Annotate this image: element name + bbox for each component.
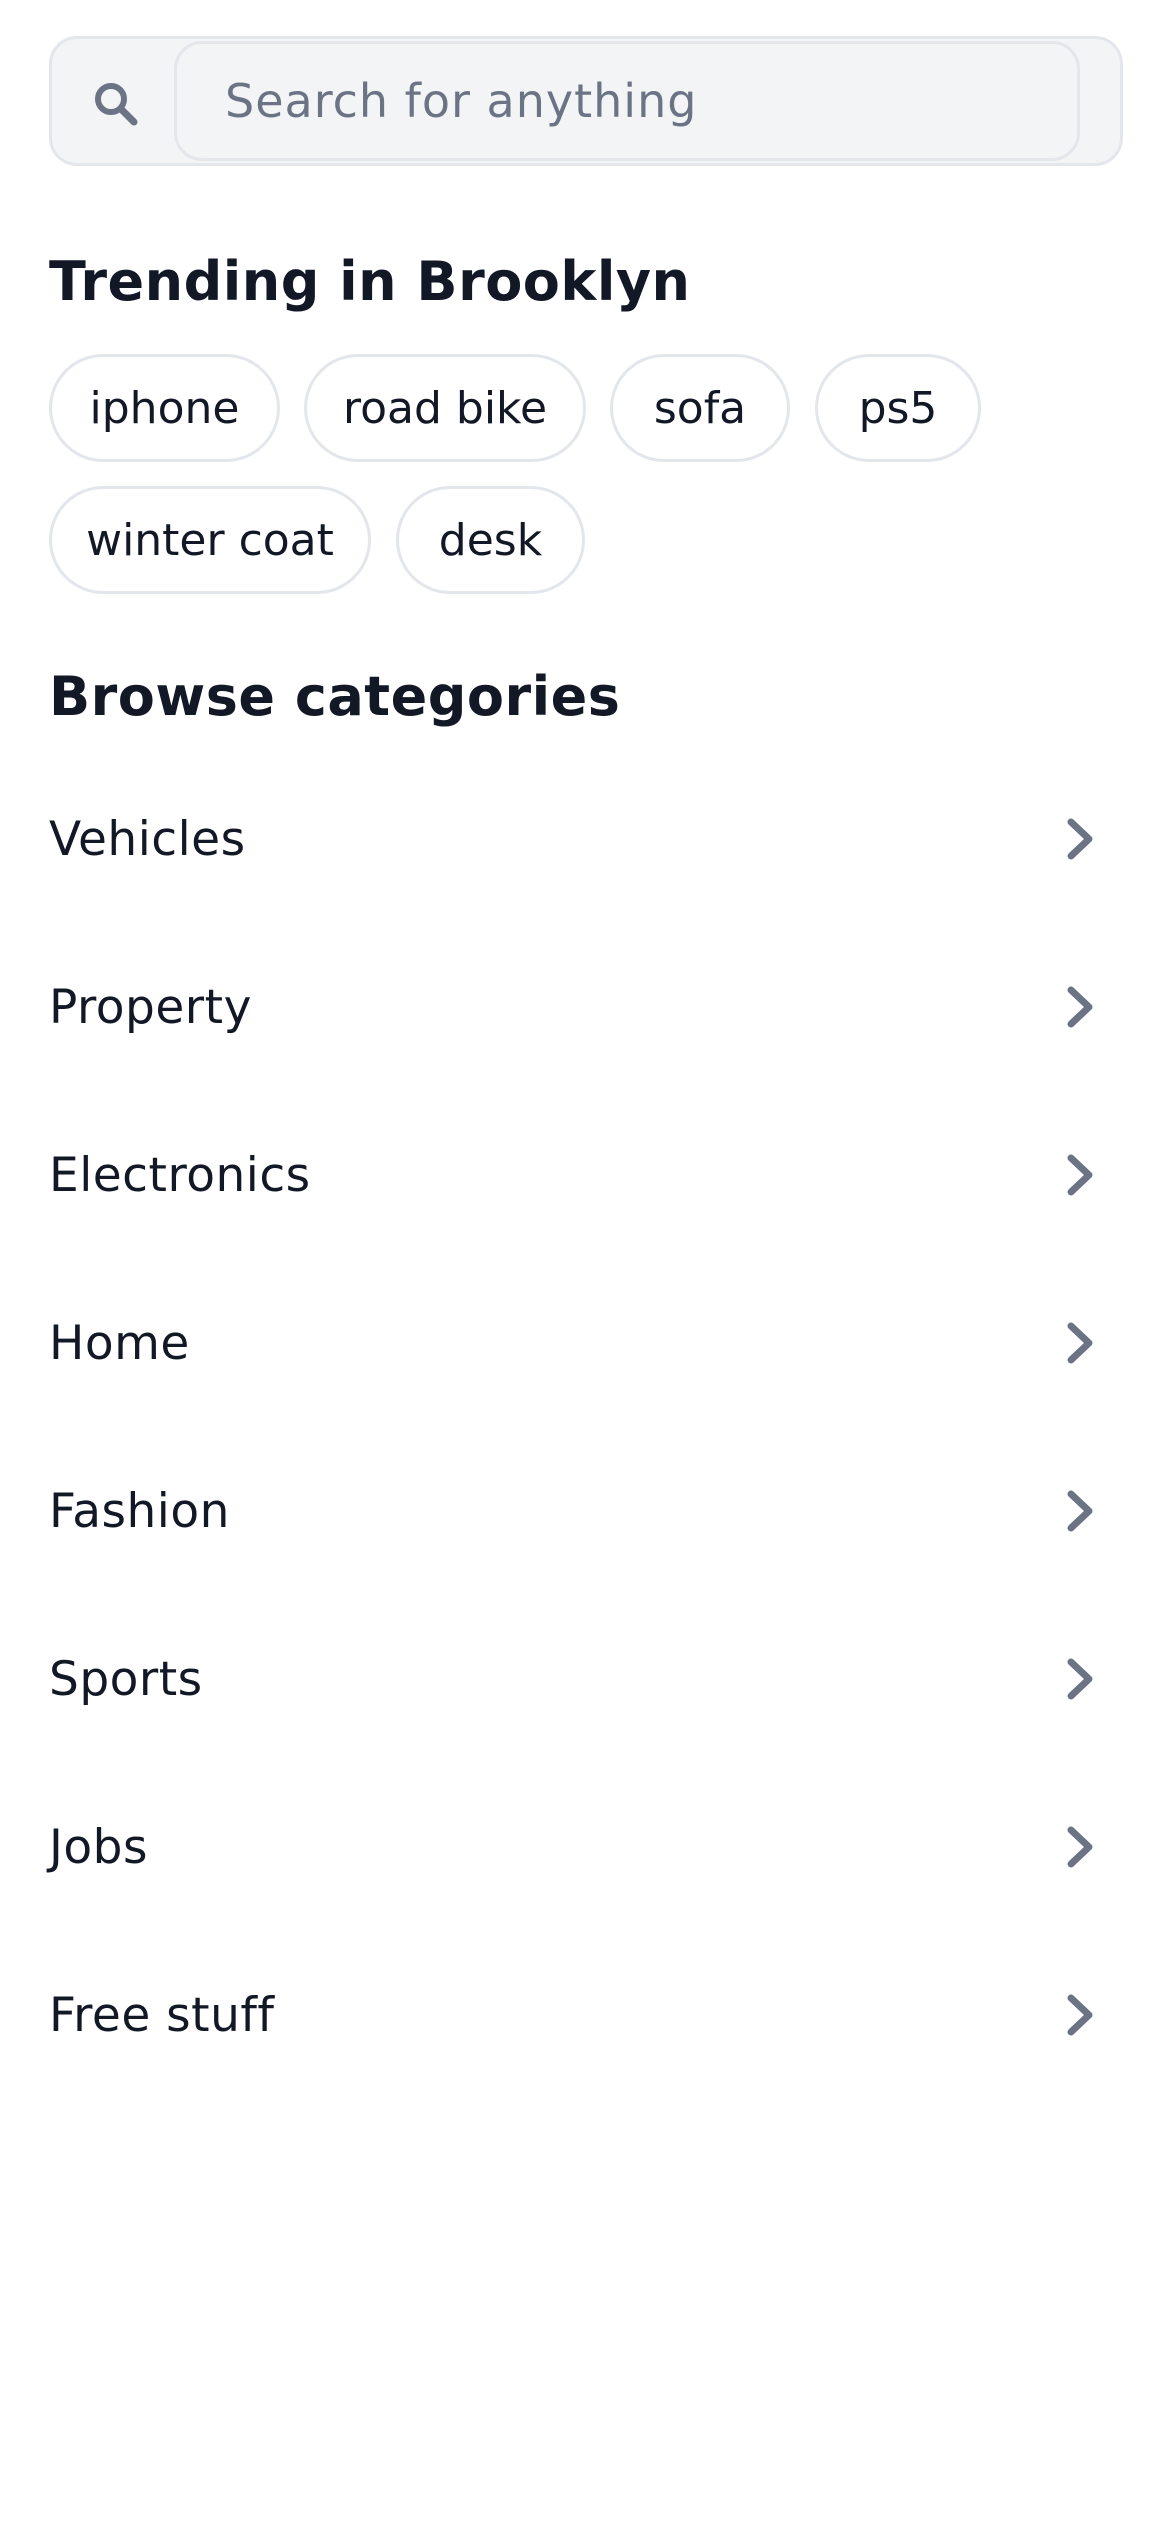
- trending-chip[interactable]: sofa: [610, 354, 790, 462]
- search-icon[interactable]: [90, 78, 142, 130]
- category-label: Vehicles: [49, 811, 246, 867]
- category-list: Vehicles Property Electronics Home Fashi…: [49, 755, 1123, 2099]
- category-label: Free stuff: [49, 1987, 275, 2043]
- browse-categories-title: Browse categories: [49, 665, 621, 728]
- chevron-right-icon: [1067, 1322, 1093, 1364]
- chevron-right-icon: [1067, 1490, 1093, 1532]
- screen: Trending in Brooklyn iphone road bike so…: [0, 0, 1170, 2532]
- search-input[interactable]: [174, 41, 1080, 161]
- trending-chip[interactable]: road bike: [304, 354, 586, 462]
- category-label: Property: [49, 979, 252, 1035]
- trending-chip[interactable]: winter coat: [49, 486, 371, 594]
- category-label: Home: [49, 1315, 190, 1371]
- category-label: Jobs: [49, 1819, 148, 1875]
- chevron-right-icon: [1067, 1154, 1093, 1196]
- chevron-right-icon: [1067, 1826, 1093, 1868]
- category-label: Fashion: [49, 1483, 230, 1539]
- trending-chip[interactable]: ps5: [815, 354, 981, 462]
- chevron-right-icon: [1067, 818, 1093, 860]
- trending-title: Trending in Brooklyn: [49, 250, 691, 313]
- search-bar[interactable]: [49, 36, 1123, 166]
- category-item-home[interactable]: Home: [49, 1259, 1123, 1427]
- category-item-jobs[interactable]: Jobs: [49, 1763, 1123, 1931]
- category-label: Electronics: [49, 1147, 311, 1203]
- category-item-property[interactable]: Property: [49, 923, 1123, 1091]
- chevron-right-icon: [1067, 1658, 1093, 1700]
- chevron-right-icon: [1067, 1994, 1093, 2036]
- category-item-sports[interactable]: Sports: [49, 1595, 1123, 1763]
- category-label: Sports: [49, 1651, 203, 1707]
- category-item-electronics[interactable]: Electronics: [49, 1091, 1123, 1259]
- trending-chip[interactable]: iphone: [49, 354, 280, 462]
- chevron-right-icon: [1067, 986, 1093, 1028]
- trending-chip[interactable]: desk: [396, 486, 585, 594]
- category-item-fashion[interactable]: Fashion: [49, 1427, 1123, 1595]
- category-item-free-stuff[interactable]: Free stuff: [49, 1931, 1123, 2099]
- category-item-vehicles[interactable]: Vehicles: [49, 755, 1123, 923]
